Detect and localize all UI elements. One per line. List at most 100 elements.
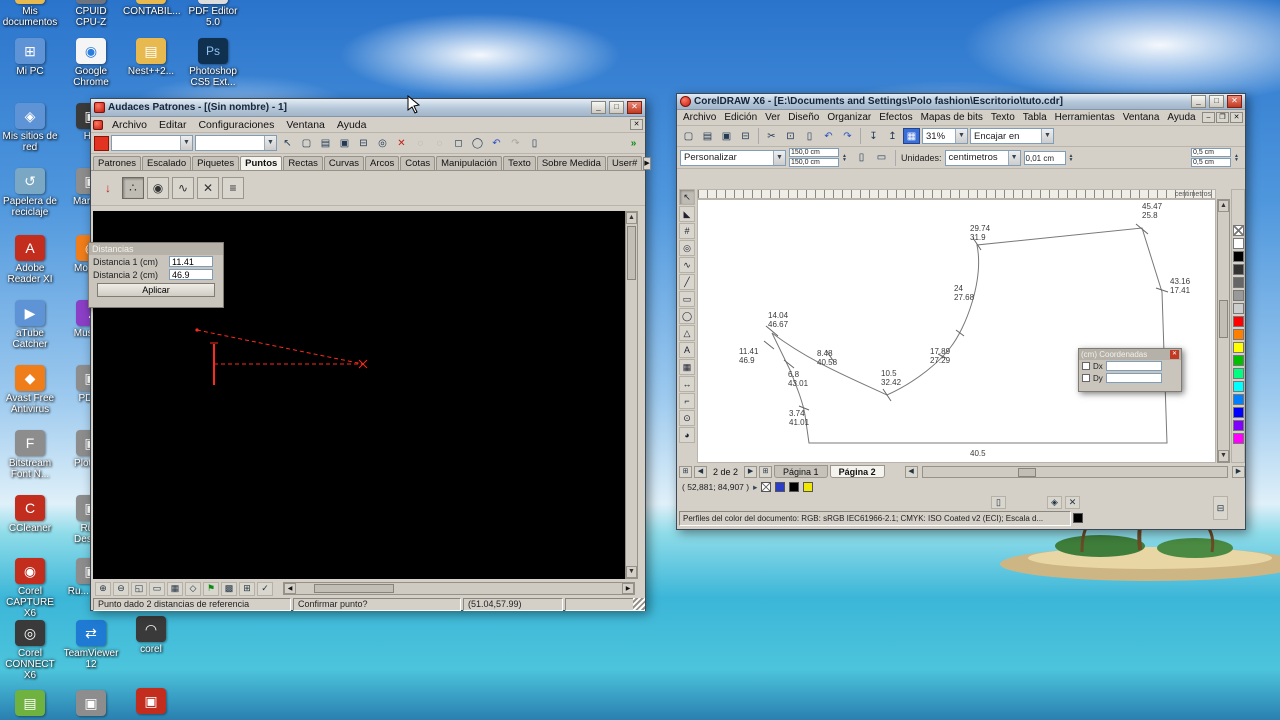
highlight-swatch[interactable] bbox=[803, 482, 814, 492]
undo-icon[interactable]: ↶ bbox=[820, 128, 837, 144]
minimize-button[interactable]: _ bbox=[591, 101, 606, 114]
maximize-button[interactable]: □ bbox=[1209, 95, 1224, 108]
smart-draw-tool-icon[interactable]: ╱ bbox=[679, 274, 695, 290]
outline-swatch[interactable] bbox=[789, 482, 800, 492]
dimension-tool-icon[interactable]: ↔ bbox=[679, 376, 695, 392]
zoom-fit-icon[interactable]: ◱ bbox=[131, 581, 147, 596]
palette-color[interactable] bbox=[1232, 342, 1244, 353]
palette-color[interactable] bbox=[1232, 329, 1244, 340]
corel-titlebar[interactable]: CorelDRAW X6 - [E:\Documents and Setting… bbox=[677, 94, 1245, 110]
tab-pagina-1[interactable]: Página 1 bbox=[774, 465, 828, 478]
printer-icon[interactable]: ⊟ bbox=[1213, 496, 1228, 520]
palette-color[interactable] bbox=[1232, 251, 1244, 262]
scroll-up-icon[interactable]: ▲ bbox=[1218, 200, 1229, 212]
save-icon[interactable]: ▣ bbox=[718, 128, 735, 144]
dy-checkbox[interactable] bbox=[1082, 374, 1090, 382]
horizontal-scrollbar[interactable]: ◀ ▶ bbox=[283, 582, 635, 595]
aplicar-button[interactable]: Aplicar bbox=[97, 283, 215, 297]
zoom-page-icon[interactable]: ▭ bbox=[149, 581, 165, 596]
rectangle-tool-icon[interactable]: ▭ bbox=[679, 291, 695, 307]
desktop-icon-contabil[interactable]: ▤ CONTABIL... bbox=[123, 0, 181, 17]
menu-organizar[interactable]: Organizar bbox=[823, 112, 875, 123]
pick-tool-icon[interactable]: ↖ bbox=[679, 189, 695, 205]
maximize-document-icon[interactable]: ❐ bbox=[1216, 112, 1229, 123]
landscape-icon[interactable]: ▭ bbox=[873, 150, 890, 166]
tab-piquetes[interactable]: Piquetes bbox=[192, 156, 240, 170]
menu-configuraciones[interactable]: Configuraciones bbox=[192, 119, 280, 131]
grid-icon[interactable]: ▩ bbox=[221, 581, 237, 596]
close-button[interactable]: ✕ bbox=[627, 101, 642, 114]
application-launcher-icon[interactable]: ▦ bbox=[903, 128, 920, 144]
restore-document-icon[interactable]: – bbox=[1202, 112, 1215, 123]
table-tool-icon[interactable]: ▦ bbox=[679, 359, 695, 375]
menu-herramientas[interactable]: Herramientas bbox=[1051, 112, 1119, 123]
zoom-level-combo[interactable]: 31% ▼ bbox=[922, 128, 968, 144]
pan-icon[interactable]: ◇ bbox=[185, 581, 201, 596]
vertical-scrollbar[interactable]: ▲ ▼ bbox=[1217, 199, 1230, 463]
fill-swatch[interactable] bbox=[775, 482, 786, 492]
delete-icon[interactable]: ✕ bbox=[393, 135, 410, 151]
desktop-icon-mis-sitios-de-red[interactable]: ◈ Mis sitios de red bbox=[2, 103, 58, 153]
point-curve-icon[interactable]: ∿ bbox=[172, 177, 194, 199]
menu-ver[interactable]: Ver bbox=[761, 112, 784, 123]
palette-color[interactable] bbox=[1232, 238, 1244, 249]
menu-texto[interactable]: Texto bbox=[987, 112, 1019, 123]
menu-ventana[interactable]: Ventana bbox=[280, 119, 331, 131]
tab-escalado[interactable]: Escalado bbox=[142, 156, 192, 170]
point-circle-icon[interactable]: ◉ bbox=[147, 177, 169, 199]
fill-tool-icon[interactable]: ◕ bbox=[679, 427, 695, 443]
next-page-icon[interactable]: ▶ bbox=[744, 465, 758, 478]
marquee-icon[interactable]: ◻ bbox=[450, 135, 467, 151]
shape-tool-icon[interactable]: ◣ bbox=[679, 206, 695, 222]
dy-field[interactable] bbox=[1105, 373, 1162, 383]
confirm-icon[interactable]: ✓ bbox=[257, 581, 273, 596]
duplicate-y-field[interactable]: 0,5 cm bbox=[1191, 158, 1231, 167]
tab-manipulacion[interactable]: Manipulación bbox=[436, 156, 503, 170]
menu-efectos[interactable]: Efectos bbox=[875, 112, 916, 123]
tool-a-icon[interactable]: ◌ bbox=[412, 135, 429, 151]
fit-combo[interactable]: Encajar en ▼ bbox=[970, 128, 1054, 144]
menu-ayuda[interactable]: Ayuda bbox=[331, 119, 373, 131]
zoom-in-icon[interactable]: ⊕ bbox=[95, 581, 111, 596]
export-icon[interactable]: ↥ bbox=[884, 128, 901, 144]
scrollbar-thumb[interactable] bbox=[1219, 300, 1228, 338]
maximize-button[interactable]: □ bbox=[609, 101, 624, 114]
new-icon[interactable]: ▢ bbox=[298, 135, 315, 151]
desktop-icon-papelera[interactable]: ↺ Papelera de reciclaje bbox=[2, 168, 58, 218]
no-color-swatch[interactable] bbox=[761, 482, 772, 492]
desktop-icon-photoshop[interactable]: Ps Photoshop CS5 Ext... bbox=[185, 38, 241, 88]
desktop-icon-mis-documentos[interactable]: ▤ Mis documentos bbox=[2, 0, 58, 28]
sheet-icon[interactable]: ▯ bbox=[526, 135, 543, 151]
menu-tabla[interactable]: Tabla bbox=[1019, 112, 1051, 123]
save-icon[interactable]: ▣ bbox=[336, 135, 353, 151]
redo-icon[interactable]: ↷ bbox=[839, 128, 856, 144]
tab-scroll-right-icon[interactable]: ▶ bbox=[643, 157, 651, 170]
scroll-right-icon[interactable]: ▶ bbox=[1232, 465, 1245, 478]
crop-tool-icon[interactable]: # bbox=[679, 223, 695, 239]
desktop-icon-partial-c[interactable]: ▣ bbox=[123, 688, 179, 716]
add-page-icon[interactable]: ⊞ bbox=[759, 465, 773, 478]
panel-title[interactable]: Distancias bbox=[89, 243, 223, 255]
nudge-field[interactable]: 0,01 cm bbox=[1023, 150, 1066, 165]
desktop-icon-ccleaner[interactable]: C CCleaner bbox=[2, 495, 58, 534]
nudge-stepper[interactable]: ▲ ▼ bbox=[1069, 153, 1077, 162]
desktop-icon-corel-connect[interactable]: ◎ Corel CONNECT X6 bbox=[2, 620, 58, 681]
prev-page-icon[interactable]: ◀ bbox=[694, 465, 707, 478]
pointer-icon[interactable]: ↖ bbox=[279, 135, 296, 151]
desktop-icon-nest[interactable]: ▤ Nest++2... bbox=[123, 38, 179, 77]
units-combo[interactable]: centimetros ▼ bbox=[944, 149, 1021, 166]
tab-cotas[interactable]: Cotas bbox=[400, 156, 436, 170]
desktop-icon-partial-a[interactable]: ▤ bbox=[2, 690, 58, 718]
desktop-icon-partial-b[interactable]: ▣ bbox=[63, 690, 119, 718]
tab-patrones[interactable]: Patrones bbox=[93, 156, 142, 170]
redo-icon[interactable]: ↷ bbox=[507, 135, 524, 151]
point-delete-icon[interactable]: ✕ bbox=[197, 177, 219, 199]
palette-color[interactable] bbox=[1232, 290, 1244, 301]
text-tool-icon[interactable]: A bbox=[679, 342, 695, 358]
new-icon[interactable]: ▢ bbox=[680, 128, 697, 144]
menu-archivo[interactable]: Archivo bbox=[106, 119, 153, 131]
palette-color[interactable] bbox=[1232, 303, 1244, 314]
menu-diseno[interactable]: Diseño bbox=[784, 112, 823, 123]
ellipse-tool-icon[interactable]: ◯ bbox=[679, 308, 695, 324]
palette-color[interactable] bbox=[1232, 355, 1244, 366]
